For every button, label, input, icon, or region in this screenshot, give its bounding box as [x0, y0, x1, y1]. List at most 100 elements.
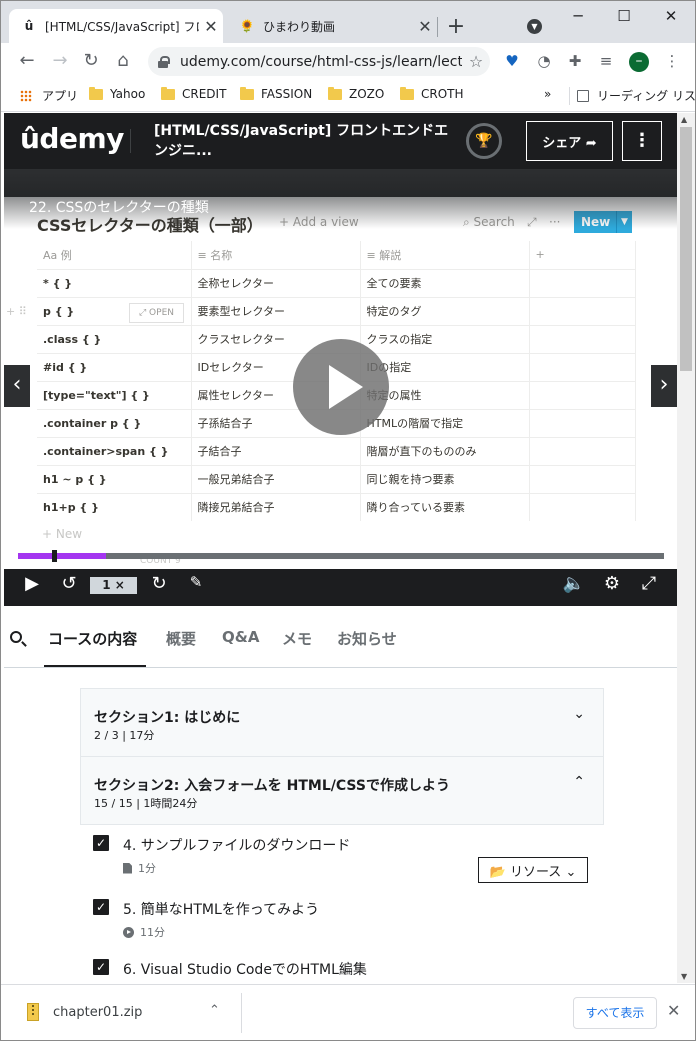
course-title[interactable]: [HTML/CSS/JavaScript] フロントエンドエンジニ...: [154, 121, 454, 161]
reload-icon[interactable]: ↻: [79, 50, 103, 71]
section-header-2[interactable]: セクション2: 入会フォームを HTML/CSSで作成しよう 15 / 15 |…: [80, 756, 604, 825]
page-scrollbar[interactable]: ▲ ▼: [677, 113, 695, 983]
tab-separator: [437, 17, 438, 37]
close-window-icon[interactable]: ✕: [661, 7, 681, 25]
scroll-down-icon[interactable]: ▼: [681, 972, 687, 981]
minimize-icon[interactable]: ─: [568, 7, 588, 25]
table-cell: .container p { }: [37, 408, 192, 437]
lock-icon: [158, 55, 170, 68]
tab-close-icon[interactable]: ✕: [199, 17, 223, 36]
forward-icon[interactable]: →: [48, 50, 72, 71]
document-icon: [123, 862, 132, 874]
tab-announcements[interactable]: お知らせ: [337, 628, 397, 649]
playback-speed-button[interactable]: 1 ×: [90, 577, 137, 594]
table-header-row: Aa 例 ≡ 名称 ≡ 解説 +: [37, 241, 636, 269]
table-row: p { } 要素型セレクター 特定のタグ: [37, 296, 636, 325]
note-icon[interactable]: ✎: [184, 573, 208, 591]
volume-icon[interactable]: 🔈: [562, 573, 586, 594]
next-lecture-arrow-icon[interactable]: ›: [651, 365, 677, 407]
search-icon[interactable]: [10, 631, 22, 643]
bookmarks-overflow-icon[interactable]: »: [544, 87, 551, 101]
section-meta: 15 / 15 | 1時間24分: [94, 797, 198, 810]
download-filename[interactable]: chapter01.zip: [53, 1005, 142, 1020]
tab-overview[interactable]: 概要: [166, 628, 196, 649]
maximize-icon[interactable]: ☐: [614, 7, 634, 25]
bookmark-credit[interactable]: CREDIT: [161, 86, 226, 101]
video-progress-bar[interactable]: [18, 550, 664, 562]
bookmark-label: ZOZO: [349, 87, 385, 101]
extension-heart-icon[interactable]: ♥: [501, 52, 523, 70]
play-overlay-icon[interactable]: [293, 339, 389, 435]
tab-close-icon[interactable]: ✕: [413, 17, 437, 36]
dropdown-icon: ▼: [616, 211, 632, 233]
apps-grid-icon: [20, 89, 32, 102]
notion-more-icon: ···: [549, 215, 561, 229]
table-cell: [529, 436, 636, 465]
trophy-icon[interactable]: 🏆: [466, 123, 502, 159]
lecture-duration: 1分: [138, 862, 156, 875]
bookmark-apps[interactable]: アプリ: [20, 87, 78, 104]
rewind-icon[interactable]: ↺: [57, 573, 81, 594]
column-header: ≡ 解説: [360, 241, 530, 269]
udemy-logo[interactable]: ûdemy: [20, 122, 124, 155]
bookmark-croth[interactable]: CROTH: [400, 86, 464, 101]
table-cell: #id { }: [37, 352, 192, 381]
more-options-button[interactable]: ⋮: [622, 121, 662, 161]
address-bar[interactable]: udemy.com/course/html-css-js/learn/lect.…: [148, 47, 490, 76]
bookmark-star-icon[interactable]: ☆: [462, 52, 490, 71]
fullscreen-icon[interactable]: ⤢: [637, 573, 661, 594]
media-control-icon[interactable]: ≡: [595, 52, 617, 70]
table-cell: 特定のタグ: [360, 296, 530, 325]
table-cell: 要素型セレクター: [191, 296, 361, 325]
extension-mouse-icon[interactable]: ◔: [533, 52, 555, 70]
resources-button[interactable]: 📂 リソース ⌄: [478, 857, 588, 883]
close-download-bar-icon[interactable]: ✕: [667, 1001, 680, 1020]
new-tab-icon[interactable]: +: [444, 14, 468, 39]
completed-checkbox[interactable]: ✓: [93, 899, 109, 915]
play-icon[interactable]: ▶: [20, 573, 44, 594]
bookmark-label: FASSION: [261, 87, 313, 101]
completed-checkbox[interactable]: ✓: [93, 835, 109, 851]
bookmark-fassion[interactable]: FASSION: [240, 86, 313, 101]
tab-search-icon[interactable]: ▼: [527, 19, 542, 34]
tab-himawari[interactable]: 🌻 ひまわり動画 ✕: [227, 9, 437, 43]
table-cell: [529, 324, 636, 353]
bookmark-yahoo[interactable]: Yahoo: [89, 86, 145, 101]
forward-icon[interactable]: ↻: [147, 573, 171, 594]
table-cell: * { }: [37, 268, 192, 297]
back-icon[interactable]: ←: [15, 50, 39, 71]
tab-udemy[interactable]: û [HTML/CSS/JavaScript] フロン ✕: [9, 9, 223, 43]
reading-list-icon: [577, 89, 589, 102]
chrome-menu-icon[interactable]: ⋮: [661, 52, 683, 70]
reading-list[interactable]: リーディング リスト: [577, 87, 695, 104]
download-divider: [241, 993, 242, 1033]
bookmark-zozo[interactable]: ZOZO: [328, 86, 385, 101]
folder-icon: [161, 86, 175, 100]
table-row: .container>span { } 子結合子 階層が直下のもののみ: [37, 436, 636, 465]
settings-gear-icon[interactable]: ⚙: [600, 573, 624, 594]
previous-lecture-arrow-icon[interactable]: ‹: [4, 365, 30, 407]
lecture-title: 6. Visual Studio CodeでのHTML編集: [123, 962, 367, 978]
video-player[interactable]: CSSセレクターの種類（一部） + Add a view ⌕ Search ⤢ …: [4, 169, 677, 606]
profile-avatar[interactable]: –: [629, 52, 649, 72]
table-cell: [529, 408, 636, 437]
show-all-button[interactable]: すべて表示: [573, 997, 657, 1029]
table-cell: 全ての要素: [360, 268, 530, 297]
share-button[interactable]: シェア ➦: [526, 121, 613, 161]
tab-qa[interactable]: Q&A: [222, 628, 259, 646]
table-cell: 子結合子: [191, 436, 361, 465]
zip-file-icon: [27, 1003, 39, 1021]
home-icon[interactable]: ⌂: [111, 50, 135, 71]
completed-checkbox[interactable]: ✓: [93, 959, 109, 975]
section-meta: 2 / 3 | 17分: [94, 729, 155, 742]
scrollbar-thumb[interactable]: [680, 127, 692, 371]
scroll-up-icon[interactable]: ▲: [681, 115, 687, 124]
progress-marker[interactable]: [52, 550, 57, 562]
chevron-up-icon[interactable]: ⌃: [209, 1003, 220, 1018]
section-header-1[interactable]: セクション1: はじめに 2 / 3 | 17分 ⌄: [80, 688, 604, 757]
tab-course-content[interactable]: コースの内容: [48, 628, 137, 649]
table-cell: [529, 464, 636, 493]
browser-toolbar: ← → ↻ ⌂ udemy.com/course/html-css-js/lea…: [1, 43, 695, 80]
tab-notes[interactable]: メモ: [282, 628, 312, 649]
extensions-puzzle-icon[interactable]: ✚: [564, 52, 586, 70]
